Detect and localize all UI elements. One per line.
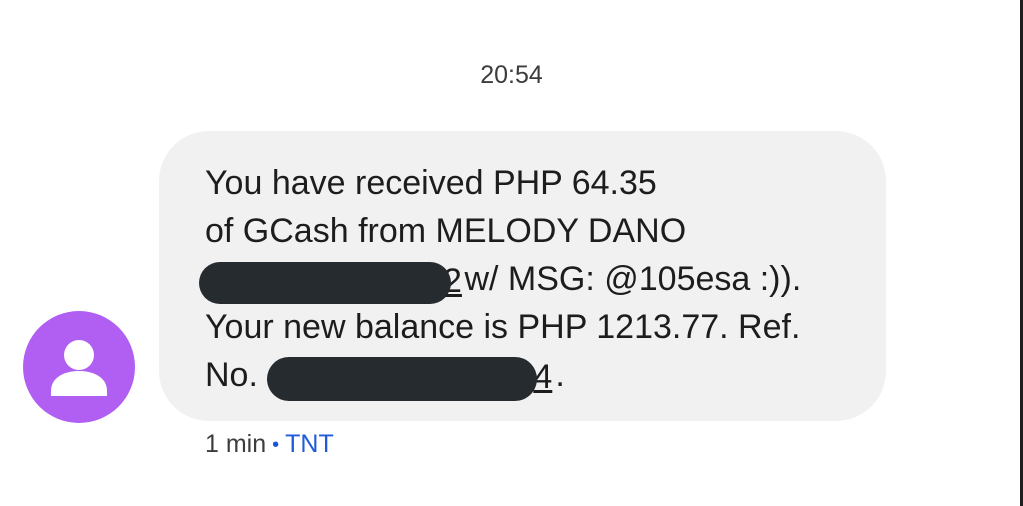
message-line-4: Your new balance is PHP 1213.77. Ref. xyxy=(205,308,801,346)
message-line-3: 2 w/ MSG: @105esa :)). xyxy=(199,255,846,305)
message-line-2: of GCash from MELODY DANO xyxy=(205,212,687,250)
sms-thread-screen: 20:54 You have received PHP 64.35 of GCa… xyxy=(0,0,1023,506)
redaction-bar xyxy=(267,357,538,402)
person-icon xyxy=(51,340,107,396)
redacted-reference-number: 4 xyxy=(267,353,555,402)
redaction-bar xyxy=(199,262,451,305)
carrier-label[interactable]: TNT xyxy=(285,430,334,458)
footer-separator: • xyxy=(272,433,280,456)
redacted-phone-number: 2 xyxy=(199,257,462,305)
message-status-footer: 1 min • TNT xyxy=(205,430,334,459)
contact-avatar[interactable] xyxy=(23,311,135,423)
message-timestamp: 20:54 xyxy=(480,61,543,89)
message-bubble[interactable]: You have received PHP 64.35 of GCash fro… xyxy=(159,131,886,421)
message-line-5-prefix: No. xyxy=(205,356,268,394)
message-age: 1 min xyxy=(205,430,267,458)
message-line-1: You have received PHP 64.35 xyxy=(205,164,657,202)
message-line-3-text: w/ MSG: @105esa :)). xyxy=(455,260,802,298)
message-line-5: No. 4 . xyxy=(205,351,846,402)
message-line-5-suffix: . xyxy=(555,356,565,394)
